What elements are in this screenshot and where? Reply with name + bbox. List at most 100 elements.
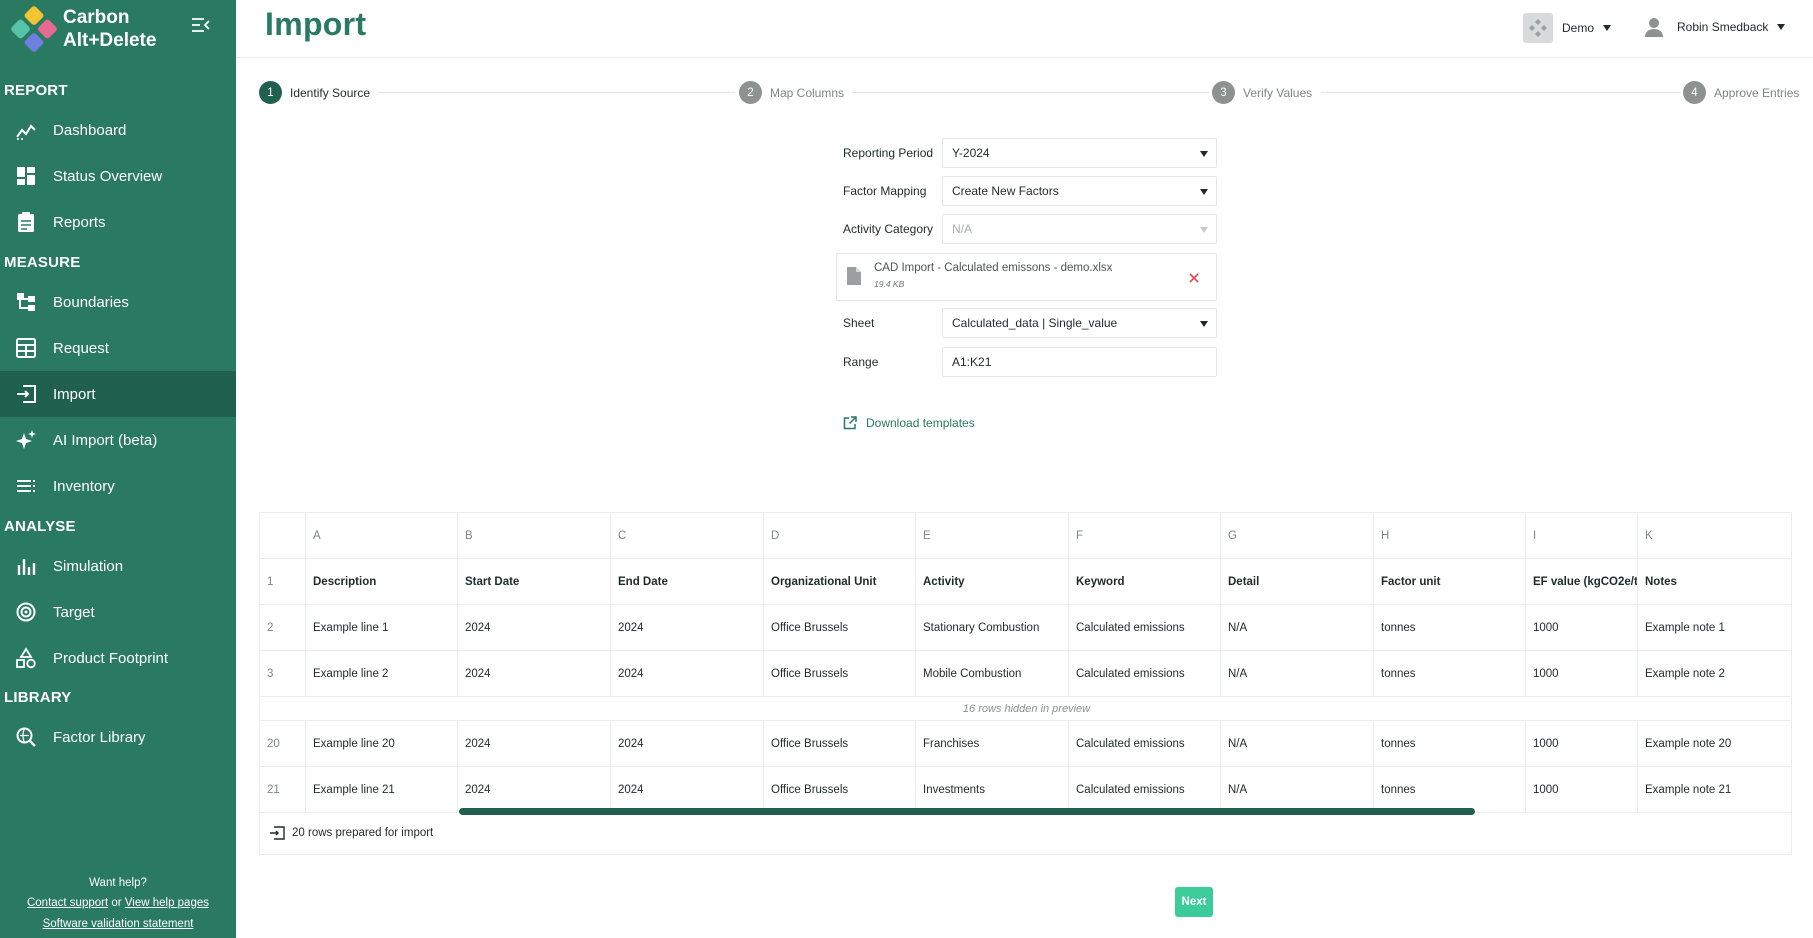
- step-identify-source[interactable]: 1 Identify Source: [259, 81, 379, 104]
- sidebar-item-factor-library[interactable]: Factor Library: [0, 714, 236, 760]
- user-name: Robin Smedback: [1677, 20, 1769, 34]
- header-divider: [236, 57, 1813, 58]
- corner-cell: [260, 513, 306, 559]
- table-cell: 2024: [458, 767, 611, 813]
- sidebar-item-ai-import[interactable]: AI Import (beta): [0, 417, 236, 463]
- table-cell: tonnes: [1374, 651, 1526, 697]
- rows-prepared-text: 20 rows prepared for import: [292, 827, 434, 839]
- table-cell: 2024: [611, 605, 764, 651]
- step-approve-entries[interactable]: 4 Approve Entries: [1683, 81, 1800, 104]
- table-cell: 1000: [1526, 721, 1638, 767]
- activity-category-select: N/A: [942, 214, 1217, 244]
- section-report: REPORT: [4, 82, 68, 99]
- sidebar-item-label: Inventory: [53, 477, 115, 495]
- activity-category-label: Activity Category: [843, 222, 934, 236]
- sidebar-item-label: Factor Library: [53, 728, 146, 746]
- step-number: 2: [739, 81, 762, 104]
- activity-category-value: N/A: [952, 222, 973, 236]
- table-cell: Investments: [916, 767, 1069, 813]
- preview-table: A B C D E F G H I K 1 Description Start Date End Date…: [259, 512, 1792, 855]
- column-letter: K: [1638, 513, 1791, 559]
- column-letter: F: [1069, 513, 1221, 559]
- table-cell: Mobile Combustion: [916, 651, 1069, 697]
- sheet-select[interactable]: Calculated_data | Single_value: [942, 308, 1217, 338]
- table-cell: Example note 1: [1638, 605, 1791, 651]
- contact-support-link[interactable]: Contact support: [27, 897, 108, 909]
- chevron-down-icon: [1603, 25, 1612, 31]
- range-label: Range: [843, 355, 879, 369]
- table-cell: Example line 21: [306, 767, 458, 813]
- step-connector: [847, 92, 1209, 93]
- row-number: 21: [260, 767, 306, 813]
- download-templates-link[interactable]: Download templates: [843, 416, 975, 430]
- app-logo[interactable]: Carbon Alt+Delete: [9, 4, 157, 54]
- next-button[interactable]: Next: [1175, 887, 1213, 917]
- factor-mapping-value: Create New Factors: [952, 184, 1059, 198]
- table-cell: Office Brussels: [764, 767, 916, 813]
- reporting-period-label: Reporting Period: [843, 146, 934, 160]
- target-icon: [16, 602, 36, 622]
- sheet-value: Calculated_data | Single_value: [952, 316, 1118, 330]
- sidebar-item-status-overview[interactable]: Status Overview: [0, 153, 236, 199]
- step-map-columns[interactable]: 2 Map Columns: [739, 81, 853, 104]
- step-number: 4: [1683, 81, 1706, 104]
- sidebar-item-inventory[interactable]: Inventory: [0, 463, 236, 509]
- user-avatar-icon: [1645, 18, 1663, 37]
- table-cell: 1000: [1526, 651, 1638, 697]
- table-cell: 2024: [458, 721, 611, 767]
- file-icon: [847, 267, 861, 285]
- section-analyse: ANALYSE: [4, 518, 76, 535]
- table-cell: Example note 20: [1638, 721, 1791, 767]
- user-menu[interactable]: Robin Smedback: [1640, 13, 1786, 41]
- sidebar-item-import[interactable]: Import: [0, 371, 236, 417]
- sidebar-item-boundaries[interactable]: Boundaries: [0, 279, 236, 325]
- sidebar-item-dashboard[interactable]: Dashboard: [0, 107, 236, 153]
- logo-icon: [9, 4, 60, 55]
- column-letter: C: [611, 513, 764, 559]
- chevron-down-icon: [1777, 24, 1786, 30]
- sidebar-item-target[interactable]: Target: [0, 589, 236, 635]
- view-help-link[interactable]: View help pages: [125, 897, 209, 909]
- row-number: 3: [260, 651, 306, 697]
- step-label: Approve Entries: [1714, 85, 1800, 100]
- sidebar-item-label: Dashboard: [53, 121, 127, 139]
- table-cell: Office Brussels: [764, 605, 916, 651]
- range-input[interactable]: A1:K21: [942, 347, 1217, 377]
- column-letter: G: [1221, 513, 1374, 559]
- file-name: CAD Import - Calculated emissons - demo.…: [874, 262, 1113, 274]
- horizontal-scrollbar[interactable]: [459, 808, 1475, 815]
- table-cell: Franchises: [916, 721, 1069, 767]
- reporting-period-value: Y-2024: [952, 146, 990, 160]
- table-cell: Calculated emissions: [1069, 605, 1221, 651]
- table-cell: N/A: [1221, 721, 1374, 767]
- header-cell: Start Date: [458, 559, 611, 605]
- shapes-icon: [16, 647, 36, 669]
- dropdown-arrow-icon: [1200, 189, 1208, 195]
- section-measure: MEASURE: [4, 254, 81, 271]
- column-letter: H: [1374, 513, 1526, 559]
- factor-mapping-select[interactable]: Create New Factors: [942, 176, 1217, 206]
- sidebar-item-label: Product Footprint: [53, 649, 169, 667]
- table-cell: Calculated emissions: [1069, 651, 1221, 697]
- sidebar-item-product-footprint[interactable]: Product Footprint: [0, 635, 236, 681]
- step-verify-values[interactable]: 3 Verify Values: [1212, 81, 1321, 104]
- validation-statement-link[interactable]: Software validation statement: [43, 918, 194, 930]
- sidebar-item-reports[interactable]: Reports: [0, 199, 236, 245]
- search-globe-icon: [16, 727, 36, 747]
- org-tree-icon: [17, 293, 35, 311]
- trend-chart-icon: [16, 124, 36, 140]
- step-label: Verify Values: [1243, 85, 1313, 100]
- table-cell: 2024: [458, 605, 611, 651]
- reporting-period-select[interactable]: Y-2024: [942, 138, 1217, 168]
- collapse-sidebar-icon[interactable]: [191, 17, 211, 33]
- sidebar-item-label: Simulation: [53, 557, 124, 575]
- logo-line-2: Alt+Delete: [63, 30, 157, 51]
- sidebar-item-simulation[interactable]: Simulation: [0, 543, 236, 589]
- uploaded-file: CAD Import - Calculated emissons - demo.…: [836, 253, 1217, 301]
- org-switcher[interactable]: Demo: [1523, 13, 1612, 43]
- table-cell: Example note 21: [1638, 767, 1791, 813]
- sidebar-item-request[interactable]: Request: [0, 325, 236, 371]
- remove-file-icon[interactable]: [1189, 273, 1199, 283]
- range-value: A1:K21: [952, 355, 992, 369]
- table-cell: Example line 2: [306, 651, 458, 697]
